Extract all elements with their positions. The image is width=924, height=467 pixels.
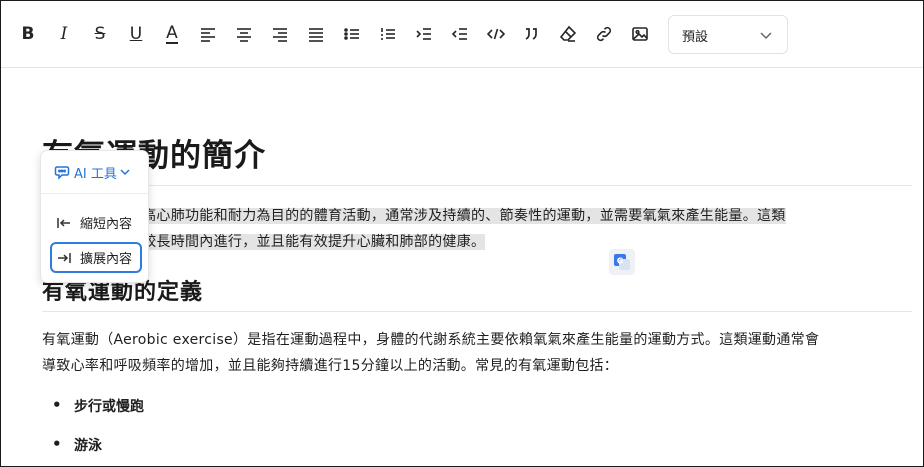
image-icon xyxy=(632,27,648,41)
bullet-list-button[interactable] xyxy=(341,23,363,45)
indent-icon xyxy=(416,28,431,40)
title-divider xyxy=(42,185,912,186)
section-divider xyxy=(42,311,912,312)
blockquote-button[interactable] xyxy=(521,23,543,45)
link-button[interactable] xyxy=(593,23,615,45)
quote-icon xyxy=(525,28,537,40)
chat-bubble-icon xyxy=(54,166,70,180)
ordered-list-button[interactable] xyxy=(377,23,399,45)
justify-button[interactable] xyxy=(305,23,327,45)
definition-line-1: 有氧運動（Aerobic exercise）是指在運動過程中，身體的代謝系統主要… xyxy=(42,332,820,348)
chevron-down-icon xyxy=(120,169,130,176)
ordered-list-icon xyxy=(381,28,395,40)
ai-tools-title: AI 工具 xyxy=(74,166,117,182)
indent-button[interactable] xyxy=(413,23,435,45)
heading-style-value: 預設 xyxy=(682,30,709,45)
eraser-icon xyxy=(559,25,577,42)
align-right-icon xyxy=(273,28,287,42)
definition-line-2: 導致心率和呼吸頻率的增加，並且能夠持續進行15分鐘以上的活動。常見的有氧運動包括… xyxy=(42,358,619,374)
bold-button[interactable]: B xyxy=(17,23,39,45)
intro-line-1: 有氧運動是以提高心肺功能和耐力為目的的體育活動，通常涉及持續的、節奏性的運動，並… xyxy=(42,208,786,224)
align-left-icon xyxy=(201,28,215,42)
svg-text:G: G xyxy=(617,257,624,266)
outdent-icon xyxy=(451,28,467,40)
formatting-toolbar: B I S U A 預設 xyxy=(1,1,923,68)
text-color-icon: A xyxy=(166,22,178,44)
bold-icon: B xyxy=(21,24,35,44)
ai-tools-toggle[interactable]: AI 工具 xyxy=(41,151,148,193)
outdent-button[interactable] xyxy=(449,23,471,45)
chevron-down-icon xyxy=(760,32,772,40)
italic-icon: I xyxy=(60,24,68,44)
heading-style-select[interactable]: 預設 xyxy=(668,15,788,54)
justify-icon xyxy=(309,28,323,42)
text-color-button[interactable]: A xyxy=(161,23,183,45)
translate-icon: G xyxy=(614,254,630,270)
clear-format-button[interactable] xyxy=(557,23,579,45)
underline-button[interactable]: U xyxy=(125,23,147,45)
link-icon xyxy=(596,26,612,42)
code-button[interactable] xyxy=(485,23,507,45)
definition-paragraph[interactable]: 有氧運動（Aerobic exercise）是指在運動過程中，身體的代謝系統主要… xyxy=(42,327,912,379)
shorten-content-item[interactable]: 縮短內容 xyxy=(50,207,142,238)
ai-tools-menu: AI 工具 縮短內容 擴展內容 xyxy=(40,150,149,283)
expand-content-label: 擴展內容 xyxy=(80,252,133,267)
list-item-text: 游泳 xyxy=(74,438,102,454)
arrow-to-right-icon xyxy=(58,252,71,263)
ai-menu-divider xyxy=(41,193,148,194)
translate-button[interactable]: G xyxy=(609,249,635,275)
list-item[interactable]: 游泳 xyxy=(52,435,102,455)
align-center-icon xyxy=(237,28,251,42)
arrow-to-left-icon xyxy=(57,217,70,228)
align-center-button[interactable] xyxy=(233,23,255,45)
list-item[interactable]: 步行或慢跑 xyxy=(52,396,144,416)
image-button[interactable] xyxy=(629,23,651,45)
italic-button[interactable]: I xyxy=(53,23,75,45)
strikethrough-icon: S xyxy=(94,24,106,44)
shorten-content-label: 縮短內容 xyxy=(80,217,133,232)
align-left-button[interactable] xyxy=(197,23,219,45)
expand-content-item[interactable]: 擴展內容 xyxy=(50,242,142,273)
strikethrough-button[interactable]: S xyxy=(89,23,111,45)
code-icon xyxy=(487,28,505,40)
bullet-list-icon xyxy=(344,28,359,40)
list-item-text: 步行或慢跑 xyxy=(74,399,144,415)
underline-icon: U xyxy=(129,24,143,44)
align-right-button[interactable] xyxy=(269,23,291,45)
intro-paragraph[interactable]: 有氧運動是以提高心肺功能和耐力為目的的體育活動，通常涉及持續的、節奏性的運動，並… xyxy=(42,203,912,255)
